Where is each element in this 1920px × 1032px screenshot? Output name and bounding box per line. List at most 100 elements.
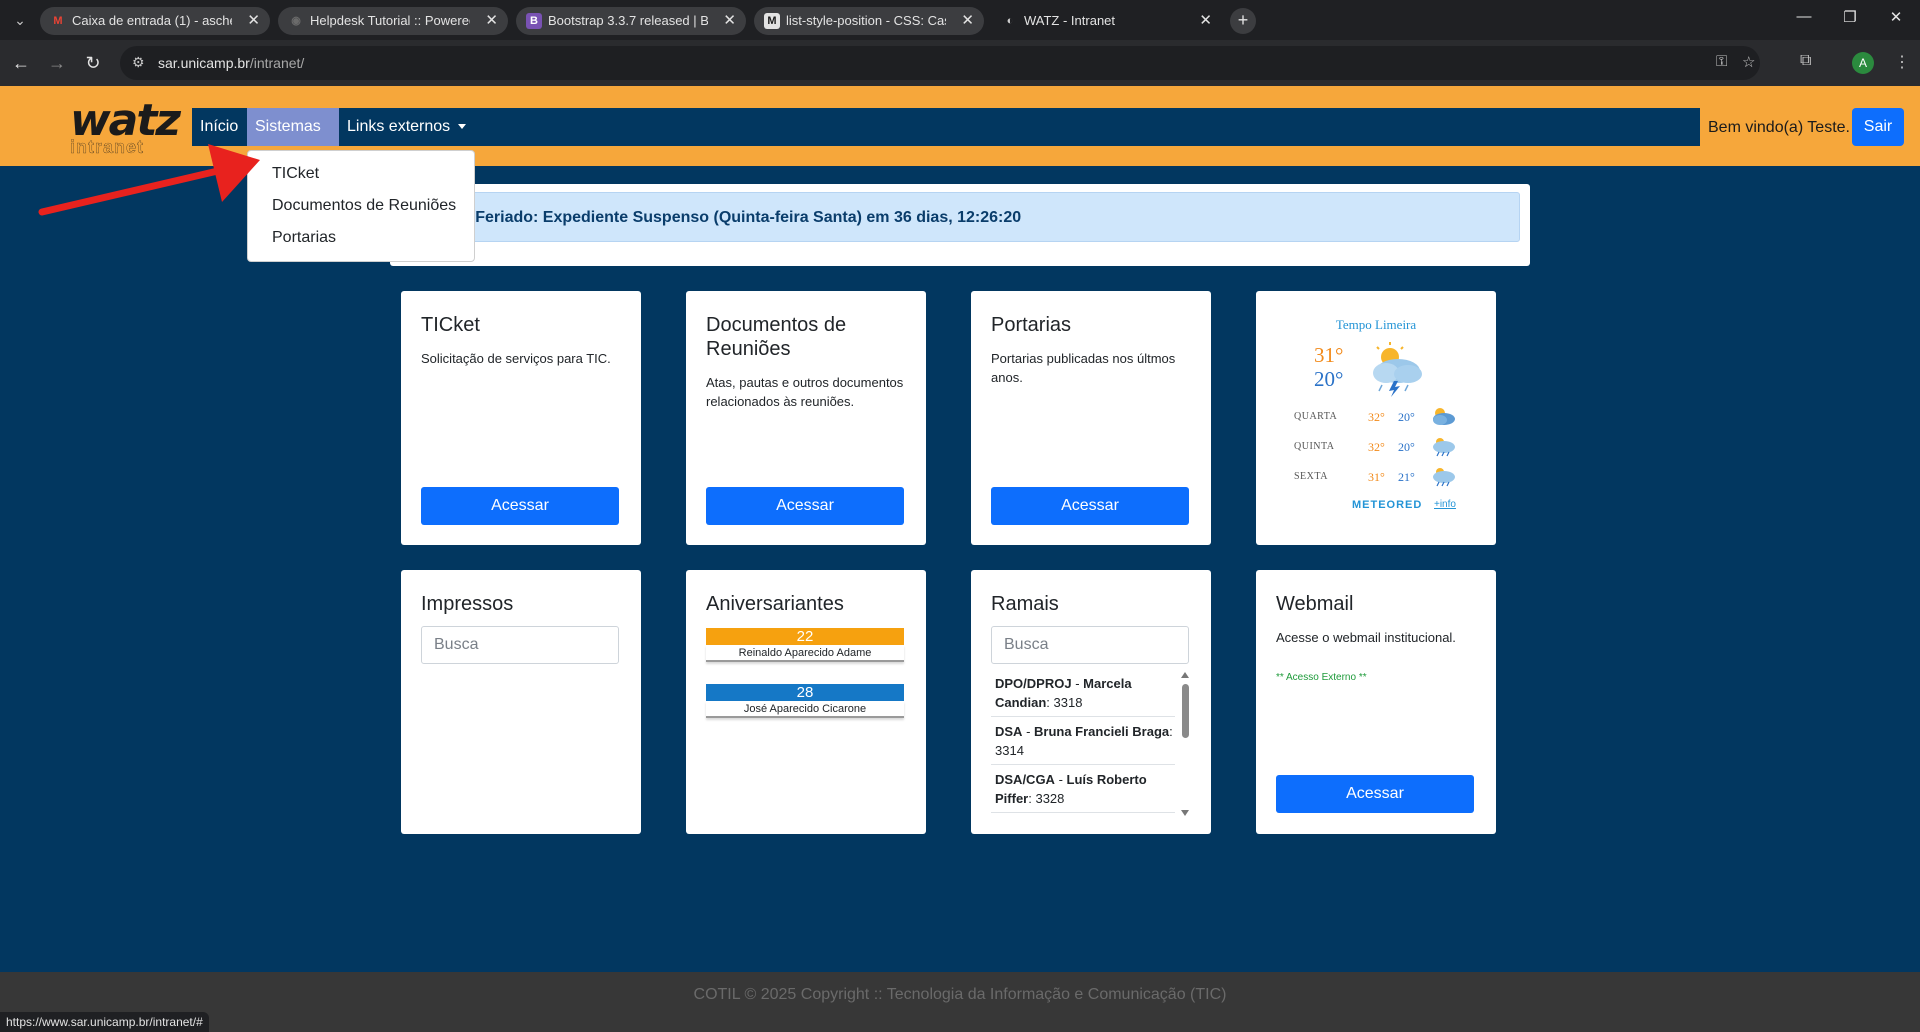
storm-cloud-icon <box>1373 342 1422 397</box>
holiday-alert: o Feriado: Expediente Suspenso (Quinta-f… <box>400 192 1520 242</box>
scroll-up-icon[interactable] <box>1181 672 1189 678</box>
alert-container: o Feriado: Expediente Suspenso (Quinta-f… <box>390 184 1530 266</box>
birthday-entry: 28 José Aparecido Cicarone <box>706 684 904 722</box>
browser-tab-helpdesk[interactable]: ◉ Helpdesk Tutorial :: Powered by ✕ <box>278 7 508 35</box>
card-title: Ramais <box>991 593 1059 615</box>
documentos-access-button[interactable]: Acessar <box>706 487 904 525</box>
ramais-search-input[interactable] <box>991 626 1189 664</box>
welcome-text: Bem vindo(a) Teste. <box>1708 119 1850 136</box>
card-aniversariantes: Aniversariantes 22 Reinaldo Aparecido Ad… <box>686 570 926 834</box>
new-tab-icon[interactable]: + <box>1230 8 1256 34</box>
menu-icon[interactable]: ⋮ <box>1894 52 1910 72</box>
footer: COTIL © 2025 Copyright :: Tecnologia da … <box>0 972 1920 1032</box>
list-item: DSA/CGA - Luís Roberto Piffer: 3328 <box>995 772 1147 806</box>
gmail-icon: M <box>53 15 63 27</box>
reload-icon[interactable]: ↻ <box>82 52 104 74</box>
weather-title[interactable]: Tempo Limeira <box>1256 317 1496 333</box>
red-arrow-annotation <box>38 144 260 216</box>
browser-tab-bootstrap[interactable]: B Bootstrap 3.3.7 released | Boots ✕ <box>516 7 746 35</box>
tab-title: Caixa de entrada (1) - ascherma <box>72 13 232 28</box>
ticket-access-button[interactable]: Acessar <box>421 487 619 525</box>
alert-text: o Feriado: Expediente Suspenso (Quinta-f… <box>461 209 1022 226</box>
cloudy-icon <box>1433 408 1455 425</box>
close-tab-icon[interactable]: ✕ <box>485 11 498 29</box>
extensions-icon[interactable]: ⧉ <box>1800 52 1811 70</box>
card-ticket: TICket Solicitação de serviços para TIC.… <box>401 291 641 545</box>
minimize-icon[interactable]: — <box>1784 8 1824 25</box>
close-tab-icon[interactable]: ✕ <box>723 11 736 29</box>
close-tab-icon[interactable]: ✕ <box>247 11 260 29</box>
meteored-logo[interactable]: METEORED <box>1352 499 1422 511</box>
key-icon[interactable]: ⚿ <box>1716 53 1727 70</box>
card-title: Webmail <box>1276 593 1354 615</box>
tab-title: Helpdesk Tutorial :: Powered by <box>310 13 470 28</box>
close-tab-icon[interactable]: ✕ <box>961 11 974 29</box>
forecast-row: SEXTA 31° 21° <box>1294 467 1474 487</box>
weather-more-info-link[interactable]: +info <box>1434 499 1456 510</box>
tab-search-icon[interactable]: ⌄ <box>8 8 32 32</box>
impressos-search-input[interactable] <box>421 626 619 664</box>
logout-button[interactable]: Sair <box>1852 108 1904 146</box>
back-icon[interactable]: ← <box>10 52 32 74</box>
bookmark-star-icon[interactable]: ☆ <box>1742 53 1755 71</box>
weather-today-low: 20° <box>1314 367 1344 391</box>
bootstrap-icon: B <box>526 13 542 29</box>
card-text: Solicitação de serviços para TIC. <box>421 351 611 366</box>
external-access-note: ** Acesso Externo ** <box>1276 672 1367 683</box>
browser-tab-bar: ⌄ M Caixa de entrada (1) - ascherma ✕ ◉ … <box>0 0 1920 40</box>
dropdown-item-ticket[interactable]: TICket <box>272 165 319 183</box>
scroll-thumb[interactable] <box>1182 684 1189 738</box>
dropdown-item-documentos[interactable]: Documentos de Reuniões <box>272 197 456 215</box>
birthday-entry: 22 Reinaldo Aparecido Adame <box>706 628 904 666</box>
globe-icon: ◉ <box>291 15 301 27</box>
card-title: Impressos <box>421 593 514 615</box>
card-ramais: Ramais DPO/DPROJ - Marcela Candian: 3318… <box>971 570 1211 834</box>
birthday-day: 22 <box>706 628 904 645</box>
caret-down-icon <box>458 124 467 130</box>
tab-title: list-style-position - CSS: Cascad <box>786 13 946 28</box>
close-tab-icon[interactable]: ✕ <box>1199 11 1212 29</box>
card-title: Documentos de Reuniões <box>706 314 847 360</box>
birthday-day: 28 <box>706 684 904 701</box>
browser-tab-watz[interactable]: ◐ WATZ - Intranet ✕ <box>992 7 1222 35</box>
dropdown-item-portarias[interactable]: Portarias <box>272 229 336 247</box>
forward-icon[interactable]: → <box>46 52 68 74</box>
card-title: Portarias <box>991 314 1072 336</box>
url-text: sar.unicamp.br/intranet/ <box>158 55 305 71</box>
card-webmail: Webmail Acesse o webmail institucional. … <box>1256 570 1496 834</box>
restore-icon[interactable]: ❐ <box>1830 8 1870 26</box>
browser-tab-gmail[interactable]: M Caixa de entrada (1) - ascherma ✕ <box>40 7 270 35</box>
rain-cloud-icon <box>1433 438 1455 457</box>
ramais-scrollbar[interactable] <box>1179 670 1191 818</box>
card-text: Atas, pautas e outros documentos relacio… <box>706 375 904 409</box>
divider <box>991 812 1175 813</box>
list-item: DPO/DPROJ - Marcela Candian: 3318 <box>995 676 1132 710</box>
card-portarias: Portarias Portarias publicadas nos últmo… <box>971 291 1211 545</box>
address-bar[interactable]: ⚙ sar.unicamp.br/intranet/ ⚿ ☆ <box>120 46 1760 80</box>
footer-copyright: COTIL © 2025 Copyright :: Tecnologia da … <box>693 986 1227 1003</box>
divider <box>991 764 1175 765</box>
tab-title: Bootstrap 3.3.7 released | Boots <box>548 13 708 28</box>
divider <box>991 716 1175 717</box>
card-title: Aniversariantes <box>706 593 844 615</box>
webmail-access-button[interactable]: Acessar <box>1276 775 1474 813</box>
rain-cloud-icon <box>1433 468 1455 487</box>
card-weather: Tempo Limeira 31° 20° QUARTA 32° 20° QUINT… <box>1256 291 1496 545</box>
card-impressos: Impressos <box>401 570 641 834</box>
ramais-list[interactable]: DPO/DPROJ - Marcela Candian: 3318 DSA - … <box>991 670 1191 818</box>
scroll-down-icon[interactable] <box>1181 810 1189 816</box>
profile-avatar[interactable]: A <box>1852 52 1874 74</box>
browser-tab-mdn[interactable]: M list-style-position - CSS: Cascad ✕ <box>754 7 984 35</box>
nav-links-externos[interactable]: Links externos <box>339 108 474 146</box>
mdn-icon: M <box>764 13 780 29</box>
card-documentos: Documentos de Reuniões Atas, pautas e ou… <box>686 291 926 545</box>
portarias-access-button[interactable]: Acessar <box>991 487 1189 525</box>
birthday-name: José Aparecido Cicarone <box>706 701 904 718</box>
main-nav: Início Sistemas Links externos <box>192 108 1700 168</box>
card-text: Acesse o webmail institucional. <box>1276 630 1456 645</box>
card-title: TICket <box>421 314 480 336</box>
site-info-icon[interactable]: ⚙ <box>132 54 145 71</box>
weather-today-high: 31° <box>1314 343 1344 367</box>
sistemas-dropdown: TICket Documentos de Reuniões Portarias <box>247 150 475 262</box>
close-window-icon[interactable]: ✕ <box>1876 8 1916 26</box>
